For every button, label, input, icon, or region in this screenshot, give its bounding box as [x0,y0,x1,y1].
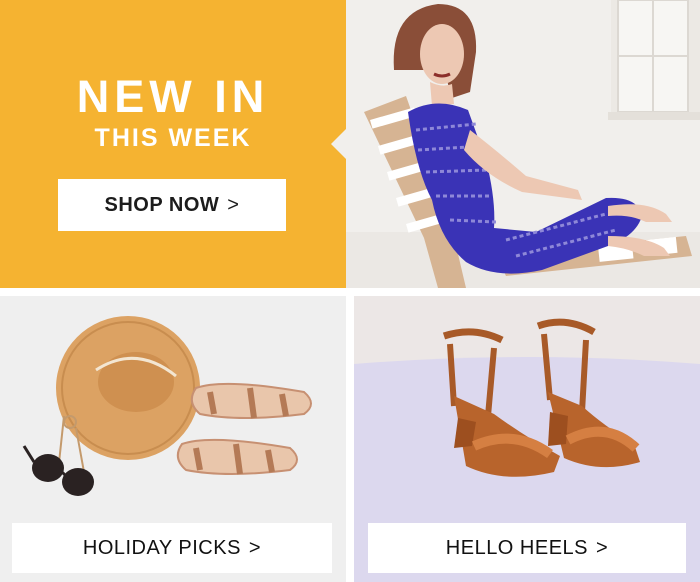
hero-pointer-arrow [331,128,347,160]
chevron-right-icon: > [227,193,240,216]
model-illustration [346,0,700,288]
shop-now-label: SHOP NOW [104,193,220,216]
hello-heels-label: HELLO HEELS [445,536,589,559]
hello-heels-button[interactable]: HELLO HEELS > [368,523,686,573]
hero-subtitle: THIS WEEK [94,124,252,152]
chevron-right-icon: > [248,536,262,559]
holiday-picks-button[interactable]: HOLIDAY PICKS > [12,523,332,573]
chevron-right-icon: > [596,536,609,559]
hello-heels-tile[interactable]: HELLO HEELS > [354,296,700,582]
hero-promo-panel: NEW IN THIS WEEK SHOP NOW > [0,0,346,288]
hero-model-photo[interactable] [346,0,700,288]
holiday-picks-tile[interactable]: HOLIDAY PICKS > [0,296,346,582]
holiday-picks-label: HOLIDAY PICKS [82,536,241,559]
shop-now-button[interactable]: SHOP NOW > [58,179,286,231]
hero-title: NEW IN [76,71,270,122]
